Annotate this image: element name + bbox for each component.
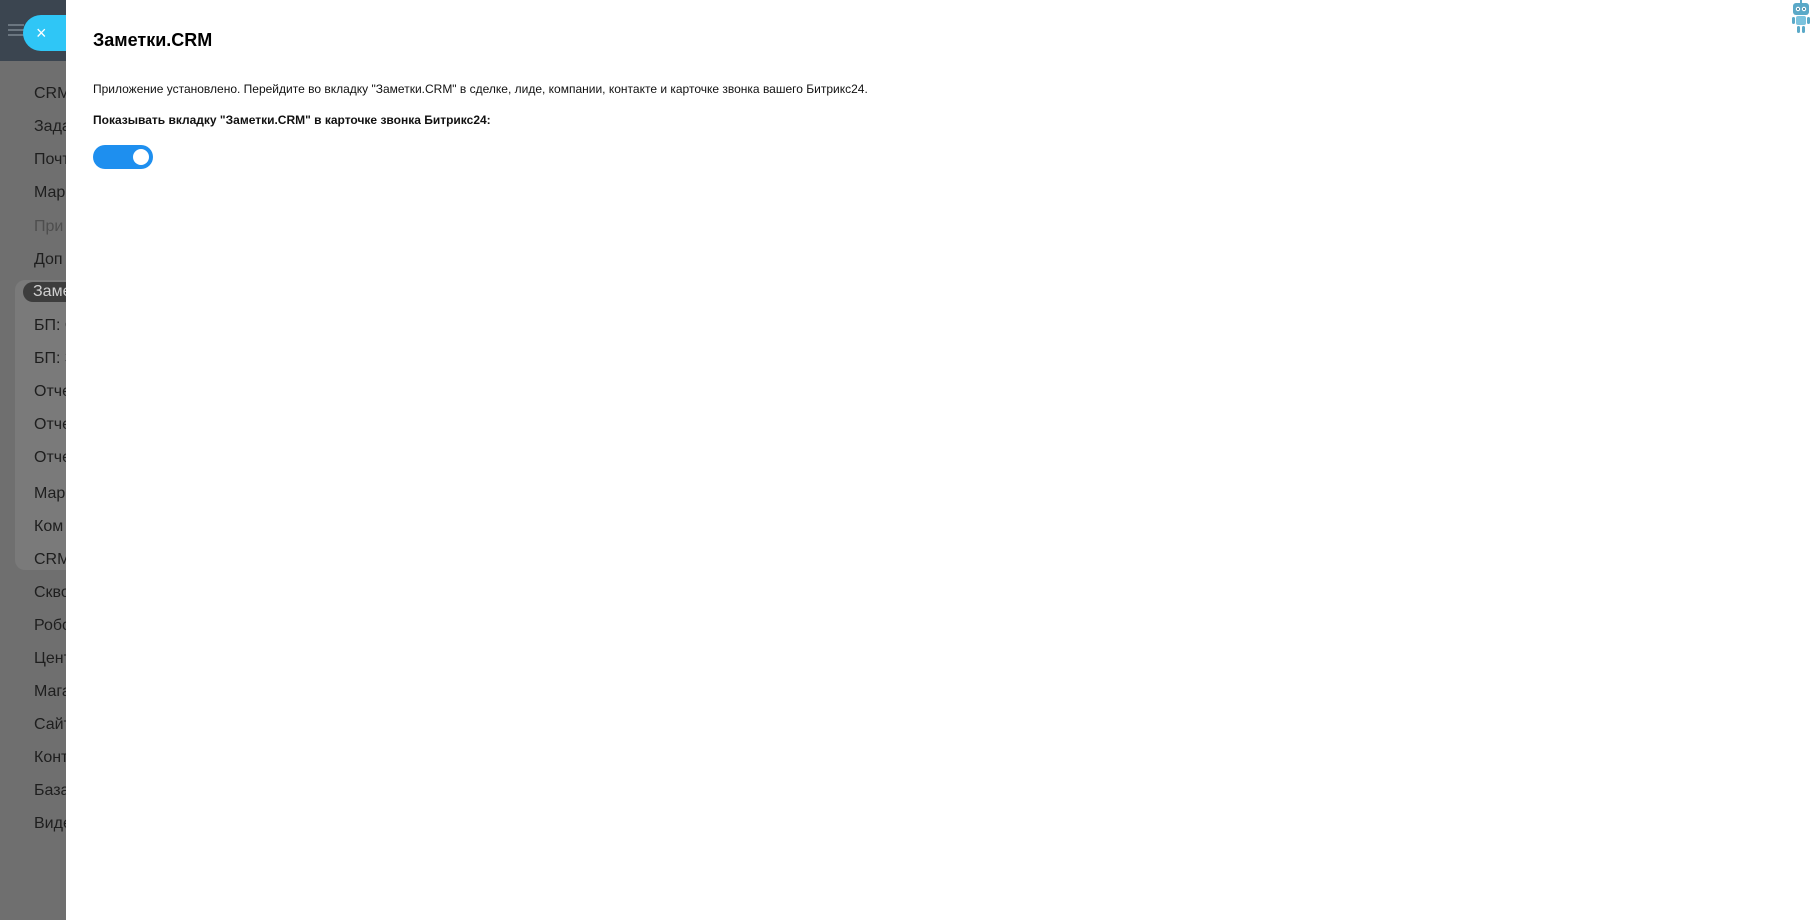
left-menu-item[interactable]: Мар: [34, 485, 65, 503]
left-menu-item[interactable]: Ком: [34, 518, 63, 536]
left-menu-item[interactable]: Конт: [34, 749, 68, 767]
left-menu-item[interactable]: Почт: [34, 151, 70, 169]
menu-hamburger-icon: [8, 24, 24, 36]
toggle-label: Показывать вкладку "Заметки.CRM" в карто…: [93, 113, 491, 127]
show-tab-toggle[interactable]: [93, 145, 153, 169]
left-menu-item[interactable]: База: [34, 782, 69, 800]
left-menu-item[interactable]: CRM: [34, 85, 70, 103]
left-menu-item[interactable]: Доп: [34, 251, 63, 269]
left-menu-item[interactable]: Мар: [34, 184, 65, 202]
toggle-knob: [133, 149, 149, 165]
close-slider-button[interactable]: ×: [23, 15, 69, 51]
page-title: Заметки.CRM: [93, 30, 213, 50]
install-status-text: Приложение установлено. Перейдите во вкл…: [93, 82, 868, 96]
left-menu-item[interactable]: При: [34, 218, 63, 236]
left-menu-item[interactable]: CRM: [34, 551, 70, 569]
robot-icon[interactable]: [1790, 0, 1812, 34]
app-slider-panel: Заметки.CRM Приложение установлено. Пере…: [66, 0, 1817, 920]
left-menu-item[interactable]: Скво: [34, 584, 70, 602]
close-icon: ×: [36, 23, 47, 43]
